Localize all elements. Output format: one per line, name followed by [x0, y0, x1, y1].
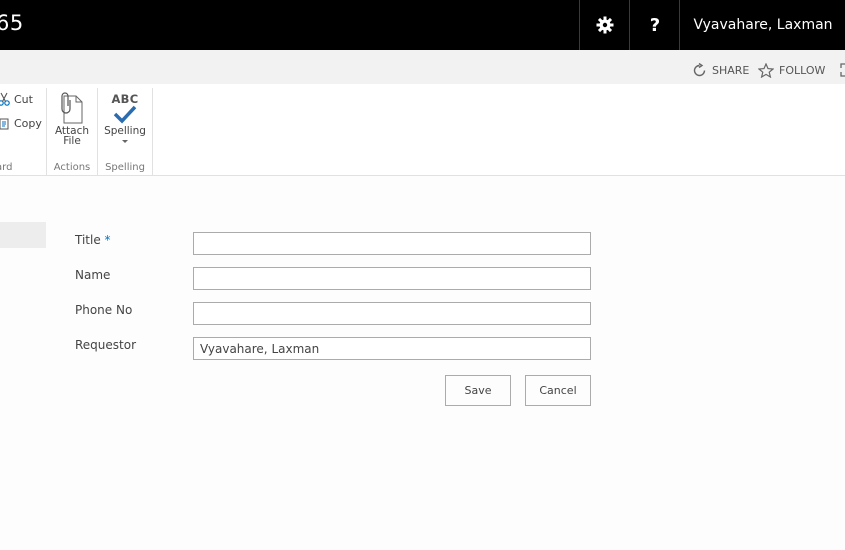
help-button[interactable]: ? — [629, 0, 680, 50]
attach-file-icon — [61, 92, 83, 124]
ribbon-group-clipboard: Cut Copy ard — [0, 88, 47, 175]
form-row-requestor: Requestor — [75, 337, 595, 361]
cancel-button[interactable]: Cancel — [525, 375, 591, 406]
scissors-icon — [0, 92, 10, 106]
cut-button[interactable]: Cut — [0, 92, 33, 106]
settings-button[interactable] — [579, 0, 630, 50]
user-name: Vyavahare, Laxman — [693, 17, 833, 33]
copy-label: Copy — [14, 116, 42, 130]
spelling-button[interactable]: ABC Spelling — [98, 92, 152, 146]
clipboard-group-label: ard — [0, 162, 13, 173]
title-label: Title * — [75, 233, 111, 247]
requestor-label: Requestor — [75, 338, 137, 352]
actions-group-label: Actions — [53, 162, 91, 173]
ribbon: Cut Copy ard Attach File Actions ABC — [0, 84, 845, 176]
copy-icon — [0, 118, 9, 130]
name-input[interactable] — [193, 267, 591, 290]
attach-file-button[interactable]: Attach File — [47, 92, 97, 146]
attach-label-line2: File — [63, 135, 81, 147]
copy-button[interactable]: Copy — [0, 116, 42, 130]
gear-icon — [596, 16, 614, 34]
focus-content-icon[interactable] — [840, 63, 845, 77]
ribbon-group-spelling: ABC Spelling Spelling — [98, 88, 153, 175]
share-label: SHARE — [712, 64, 750, 77]
cut-label: Cut — [14, 92, 33, 106]
suite-bar: 65 ? Vyavahare, Laxman — [0, 0, 845, 50]
form-row-title: Title * — [75, 232, 595, 256]
help-icon: ? — [649, 14, 661, 36]
form-row-phone: Phone No — [75, 302, 595, 326]
name-label: Name — [75, 268, 111, 282]
chevron-down-icon — [122, 140, 128, 143]
user-menu[interactable]: Vyavahare, Laxman — [679, 0, 845, 50]
ribbon-group-actions: Attach File Actions — [47, 88, 98, 175]
star-icon — [758, 63, 774, 78]
spelling-label: Spelling — [104, 125, 146, 137]
share-button[interactable]: SHARE — [692, 63, 749, 78]
action-bar: SHARE FOLLOW — [0, 50, 845, 84]
requestor-input[interactable] — [193, 337, 591, 360]
form-row-name: Name — [75, 267, 595, 291]
share-icon — [693, 63, 706, 77]
save-button[interactable]: Save — [445, 375, 511, 406]
follow-label: FOLLOW — [779, 64, 826, 77]
spelling-group-label: Spelling — [105, 162, 145, 173]
checkmark-icon — [113, 105, 137, 124]
title-label-text: Title — [75, 233, 101, 247]
app-title[interactable]: 65 — [0, 11, 24, 35]
phone-input[interactable] — [193, 302, 591, 325]
abc-icon-text: ABC — [111, 92, 139, 106]
required-marker: * — [104, 233, 111, 247]
follow-button[interactable]: FOLLOW — [758, 63, 825, 78]
phone-label: Phone No — [75, 303, 133, 317]
quick-launch-selected-item[interactable] — [0, 222, 46, 248]
title-input[interactable] — [193, 232, 591, 255]
